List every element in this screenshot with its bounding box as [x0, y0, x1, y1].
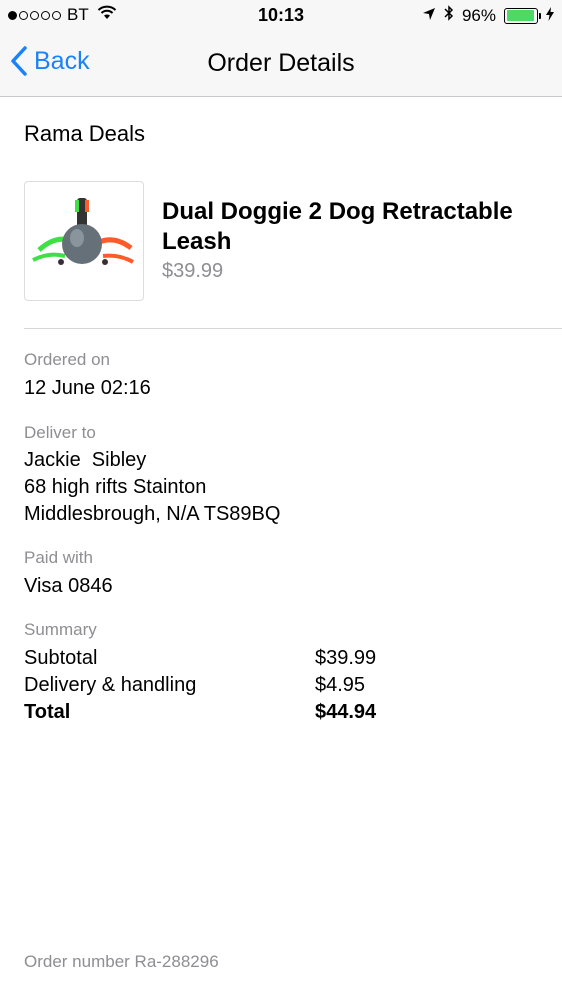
location-arrow-icon [422, 6, 436, 26]
deliver-to-address-line1: 68 high rifts Stainton [24, 476, 207, 498]
bluetooth-icon [444, 5, 454, 26]
deliver-to-address-line2: Middlesbrough, N/A TS89BQ [24, 503, 281, 525]
ordered-on-value: 12 June 02:16 [24, 377, 151, 399]
summary-row-amount: $44.94 [315, 701, 377, 723]
summary-label: Summary [24, 620, 97, 639]
summary-row-delivery: Delivery & handling $4.95 [24, 672, 424, 699]
ordered-on-label: Ordered on [24, 350, 110, 369]
product-name[interactable]: Dual Doggie 2 Dog Retractable Leash [162, 197, 552, 257]
summary-row-label: Total [24, 701, 71, 723]
paid-with-value: Visa 0846 [24, 575, 113, 597]
order-number: Order number Ra-288296 [24, 952, 219, 971]
summary-row-label: Subtotal [24, 647, 98, 669]
page-title: Order Details [207, 49, 355, 77]
order-details-screen: BT 10:13 96% Back Order Details Rama Dea… [0, 0, 562, 1000]
paid-with-label: Paid with [24, 548, 93, 567]
summary-row-total: Total $44.94 [24, 699, 424, 726]
navigation-bar: Back Order Details [0, 32, 562, 97]
summary-row-amount: $39.99 [315, 647, 377, 669]
battery-percent: 96% [461, 5, 496, 25]
status-bar: BT 10:13 96% [0, 0, 562, 32]
deliver-to-label: Deliver to [24, 423, 96, 442]
store-name: Rama Deals [24, 121, 146, 146]
deliver-to-name: Jackie Sibley [24, 449, 147, 471]
summary-row-label: Delivery & handling [24, 674, 197, 696]
battery-icon [504, 7, 541, 24]
charging-bolt-icon [546, 6, 554, 26]
product-price: $39.99 [162, 260, 224, 282]
status-right: 96% [422, 5, 554, 26]
summary-row-amount: $4.95 [315, 674, 366, 696]
summary-row-subtotal: Subtotal $39.99 [24, 645, 424, 672]
divider [24, 328, 562, 329]
product-image[interactable] [24, 181, 144, 301]
